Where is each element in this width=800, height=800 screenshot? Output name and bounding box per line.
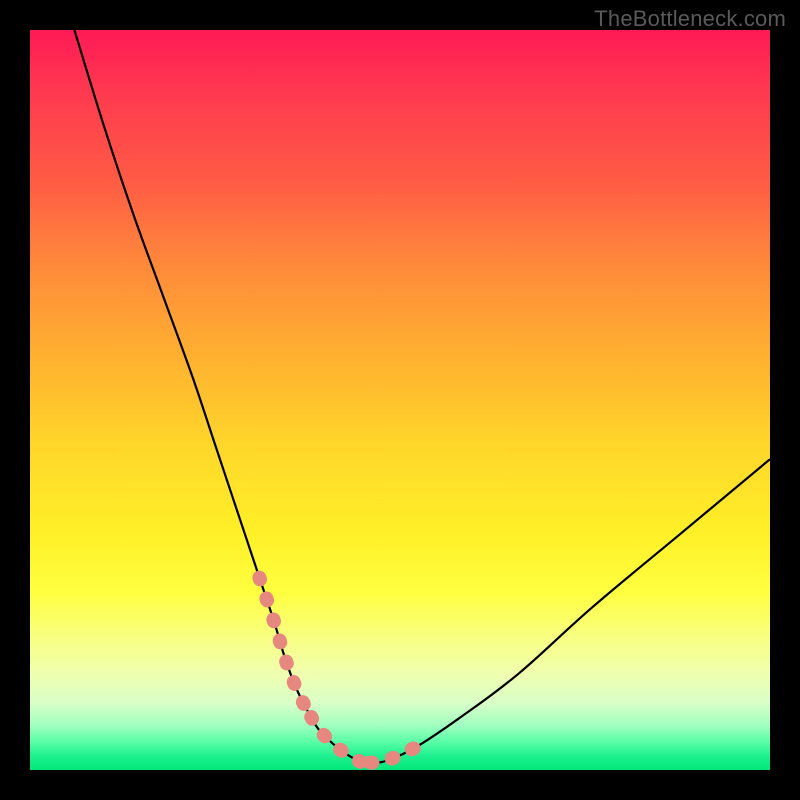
bottleneck-curve-path xyxy=(74,30,770,763)
watermark-text: TheBottleneck.com xyxy=(594,6,786,32)
plot-area xyxy=(30,30,770,770)
curve-highlight-1 xyxy=(311,717,370,763)
curve-highlight-2 xyxy=(370,748,414,763)
curve-layer xyxy=(30,30,770,770)
chart-frame: TheBottleneck.com xyxy=(0,0,800,800)
bottleneck-curve xyxy=(74,30,770,763)
curve-highlight-0 xyxy=(259,578,311,717)
curve-highlight-group xyxy=(259,578,414,764)
